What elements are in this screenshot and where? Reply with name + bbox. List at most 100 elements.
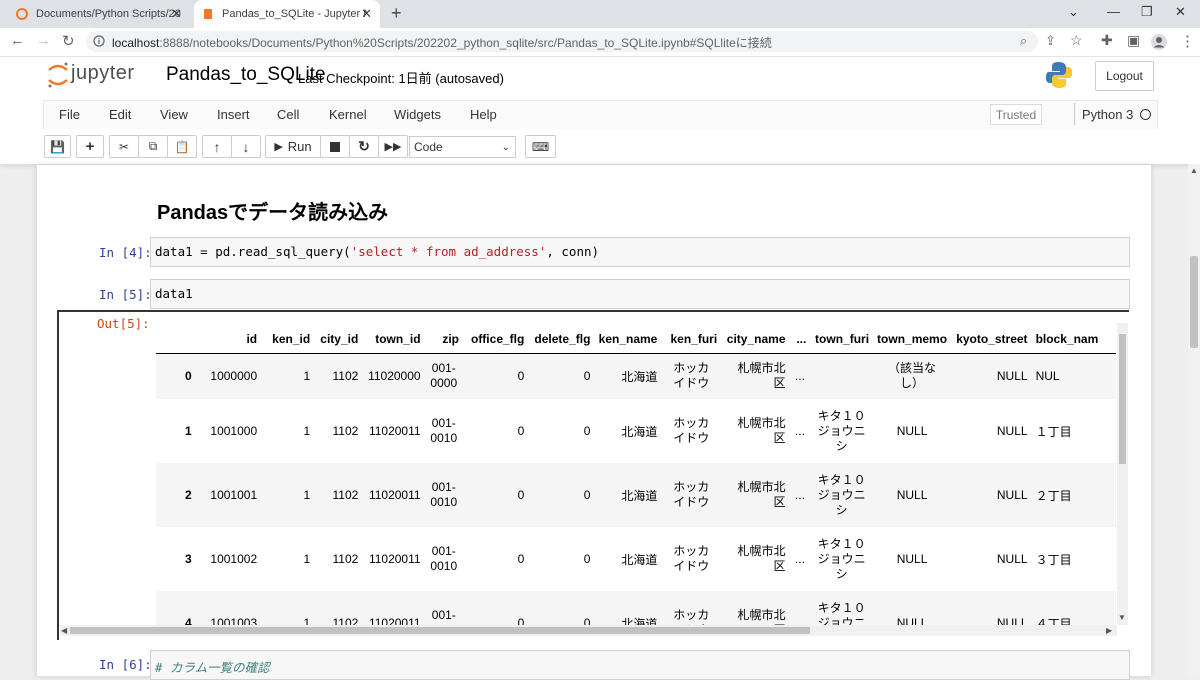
table-cell: ... bbox=[794, 552, 805, 566]
move-down-button[interactable]: ↓ bbox=[231, 135, 261, 158]
menu-help[interactable]: Help bbox=[470, 107, 497, 122]
cell-line: 区 bbox=[773, 559, 786, 573]
output-horizontal-scroll-thumb[interactable] bbox=[70, 627, 810, 634]
minimize-icon[interactable]: — bbox=[1107, 4, 1120, 19]
logout-button[interactable]: Logout bbox=[1095, 61, 1154, 91]
restart-run-all-button[interactable]: ▶▶ bbox=[378, 135, 408, 158]
cell-line: ジョウニ bbox=[817, 423, 866, 438]
cell-line: NULL bbox=[896, 487, 928, 502]
menu-view[interactable]: View bbox=[160, 107, 188, 122]
scroll-down-arrow-icon[interactable]: ▼ bbox=[1118, 613, 1126, 622]
table-cell: ... bbox=[794, 424, 805, 438]
new-tab-button[interactable]: + bbox=[391, 3, 402, 24]
column-header: town_id bbox=[362, 325, 425, 354]
table-cell: 0 bbox=[583, 552, 591, 566]
table-cell: 001-0010 bbox=[425, 527, 463, 591]
interrupt-button[interactable] bbox=[320, 135, 350, 158]
column-header: kyoto_street bbox=[951, 325, 1032, 354]
jupyter-logo-icon[interactable] bbox=[47, 61, 69, 89]
url-text[interactable]: localhost:8888/notebooks/Documents/Pytho… bbox=[112, 34, 772, 51]
code-cell-5[interactable]: data1 bbox=[150, 279, 1130, 309]
table-cell: NULL bbox=[996, 369, 1028, 384]
command-palette-button[interactable]: ⌨ bbox=[525, 135, 556, 158]
tab-search-icon[interactable]: ⌄ bbox=[1068, 4, 1079, 20]
zoom-icon[interactable]: ⌕ bbox=[1020, 33, 1027, 49]
page-scroll-thumb[interactable] bbox=[1190, 256, 1198, 348]
move-up-button[interactable]: ↑ bbox=[202, 135, 232, 158]
stop-icon bbox=[330, 141, 340, 152]
cell-line: 0010 bbox=[430, 495, 458, 509]
menu-widgets[interactable]: Widgets bbox=[394, 107, 441, 122]
code-cell-4[interactable]: data1 = pd.read_sql_query('select * from… bbox=[150, 237, 1130, 267]
side-panel-icon[interactable]: ▣ bbox=[1127, 32, 1140, 49]
row-index: 2 bbox=[184, 488, 192, 502]
insert-cell-button[interactable]: + bbox=[76, 135, 104, 158]
maximize-icon[interactable]: ❐ bbox=[1141, 4, 1153, 20]
table-cell: 札幌市北区 bbox=[721, 399, 789, 463]
back-icon[interactable]: ← bbox=[10, 32, 25, 49]
bookmark-star-icon[interactable]: ☆ bbox=[1070, 32, 1083, 49]
table-cell: 1102 bbox=[332, 552, 359, 566]
forward-icon[interactable]: → bbox=[36, 32, 51, 49]
table-cell: NULL bbox=[996, 488, 1028, 502]
restart-button[interactable]: ↻ bbox=[349, 135, 379, 158]
profile-avatar-icon[interactable] bbox=[1150, 33, 1168, 51]
extensions-icon[interactable]: ✚ bbox=[1101, 32, 1113, 49]
menu-edit[interactable]: Edit bbox=[109, 107, 131, 122]
table-cell: ... bbox=[794, 616, 805, 625]
output-vertical-scroll-thumb[interactable] bbox=[1119, 334, 1126, 464]
jupyter-favicon bbox=[16, 8, 28, 20]
column-header: ken_id bbox=[261, 325, 315, 354]
cell-line: NULL bbox=[896, 551, 928, 566]
copy-button[interactable]: ⧉ bbox=[138, 135, 168, 158]
table-cell: ホッカイドウ bbox=[661, 463, 721, 527]
browser-menu-icon[interactable]: ⋮ bbox=[1180, 32, 1195, 50]
code-token: data1 bbox=[155, 244, 193, 259]
menu-cell[interactable]: Cell bbox=[277, 107, 299, 122]
run-button[interactable]: ▶ Run bbox=[265, 135, 321, 158]
trusted-indicator[interactable]: Trusted bbox=[990, 104, 1042, 125]
table-cell: 1 bbox=[303, 488, 311, 502]
column-header: block_nam bbox=[1031, 325, 1116, 354]
menu-kernel[interactable]: Kernel bbox=[329, 107, 367, 122]
cut-button[interactable]: ✂ bbox=[109, 135, 139, 158]
paste-button[interactable]: 📋 bbox=[167, 135, 197, 158]
cell-line: 001- bbox=[431, 361, 456, 376]
browser-tab-files[interactable]: Documents/Python Scripts/2022( ✕ bbox=[8, 0, 190, 28]
input-prompt-6: In [6]: bbox=[99, 657, 152, 672]
table-row: 1 1001000 1 1102 11020011 001- 0010 0 0 北海道 ホッカ イドウ… bbox=[156, 399, 1116, 463]
save-button[interactable]: 💾 bbox=[44, 135, 71, 158]
cell-line: キタ１０ bbox=[817, 536, 866, 551]
menu-file[interactable]: File bbox=[59, 107, 80, 122]
table-cell: １丁目 bbox=[1035, 424, 1072, 439]
markdown-heading[interactable]: Pandasでデータ読み込み bbox=[157, 196, 388, 225]
page-scroll-up-icon[interactable]: ▲ bbox=[1190, 166, 1198, 175]
dataframe-viewport[interactable]: id ken_id city_id town_id zip office_flg… bbox=[156, 325, 1116, 625]
browser-tab-notebook[interactable]: Pandas_to_SQLite - Jupyter Note ✕ bbox=[194, 0, 380, 28]
cell-type-select[interactable]: Code ⌄ bbox=[409, 136, 516, 158]
kernel-name[interactable]: Python 3 bbox=[1082, 107, 1133, 122]
scroll-left-arrow-icon[interactable]: ◀ bbox=[61, 626, 67, 635]
info-icon[interactable] bbox=[93, 35, 105, 47]
jupyter-logo-text[interactable]: jupyter bbox=[71, 62, 135, 85]
page-scrollbar[interactable] bbox=[1188, 164, 1200, 676]
table-cell: 1102 bbox=[332, 616, 359, 625]
table-cell: ３丁目 bbox=[1035, 552, 1072, 567]
close-tab-icon[interactable]: ✕ bbox=[361, 6, 372, 22]
cell-line: 001- bbox=[431, 544, 456, 558]
scroll-right-arrow-icon[interactable]: ▶ bbox=[1106, 626, 1112, 635]
close-tab-icon[interactable]: ✕ bbox=[171, 6, 182, 22]
reload-icon[interactable]: ↻ bbox=[62, 32, 75, 50]
table-cell: NULL bbox=[873, 591, 951, 626]
table-cell: 11020011 bbox=[368, 424, 421, 438]
share-icon[interactable]: ⇪ bbox=[1045, 33, 1056, 49]
cell-line: 札幌市北 bbox=[737, 608, 786, 622]
menu-insert[interactable]: Insert bbox=[217, 107, 250, 122]
cell-line: 0010 bbox=[430, 431, 458, 445]
cell-line: シ bbox=[835, 502, 848, 517]
arrow-down-icon: ↓ bbox=[242, 138, 250, 155]
table-cell: 0 bbox=[583, 616, 591, 625]
close-window-icon[interactable]: ✕ bbox=[1175, 4, 1186, 20]
table-cell: 札幌市北区 bbox=[721, 463, 789, 527]
table-cell: 0 bbox=[583, 488, 591, 502]
